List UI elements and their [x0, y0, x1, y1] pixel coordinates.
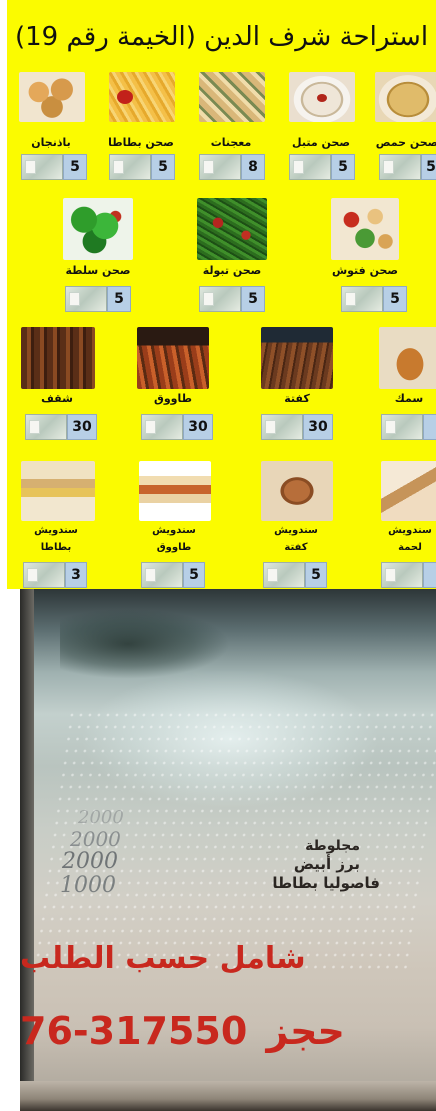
price-box: 3: [65, 562, 87, 588]
sign-price: 2000: [78, 807, 124, 828]
dish-label: سندويش: [152, 525, 196, 536]
dish-label: طاووق: [153, 392, 192, 405]
dish-label: سندويش: [388, 525, 432, 536]
qr-card: [261, 414, 303, 440]
price-box: [423, 562, 436, 588]
price-box: 5: [241, 286, 265, 312]
sign-price: 1000: [60, 873, 116, 898]
dish-label: باذنجان: [31, 136, 71, 149]
dish-label: صحن متبل: [292, 136, 350, 149]
price-box: 5: [383, 286, 407, 312]
dish-label: صحن حمص: [375, 136, 436, 149]
dish-label: صحن تبولة: [202, 264, 262, 277]
dish-label: طاووق: [156, 542, 192, 553]
kofta-photo: [261, 327, 333, 389]
price-box: 5: [63, 154, 87, 180]
price-box: [423, 414, 436, 440]
sign-price: 2000: [70, 827, 121, 851]
order-notice: شامل حسب الطلب: [20, 941, 306, 976]
braille-sign-photo: 2000 2000 2000 1000 مجلوطة برز أبيض فاصو…: [20, 589, 436, 1111]
dish-label: كفتة: [284, 542, 308, 553]
shuqaf-photo: [21, 327, 95, 389]
fries-photo: [109, 72, 175, 122]
price-box: 5: [331, 154, 355, 180]
dish-label: صحن بطاطا: [108, 136, 174, 149]
tabbouleh-photo: [197, 198, 267, 260]
meat-sandwich-photo: [381, 461, 436, 521]
qr-card: [289, 154, 331, 180]
mutabal-photo: [289, 72, 355, 122]
menu-board: استراحة شرف الدين (الخيمة رقم 19) صحن حم…: [7, 0, 436, 589]
qr-card: [21, 154, 63, 180]
price-box: 5: [183, 562, 205, 588]
dish-label: صحن فتوش: [331, 264, 399, 277]
fattoush-photo: [331, 198, 399, 260]
phone-row: 76-317550 حجز: [20, 1009, 436, 1053]
dish-label: سندويش: [274, 525, 318, 536]
sign-bottom-edge: [20, 1081, 436, 1111]
qr-card: [109, 154, 151, 180]
price-box: 30: [303, 414, 333, 440]
qr-card: [23, 562, 65, 588]
qr-card: [25, 414, 67, 440]
sign-item: مجلوطة: [305, 838, 360, 854]
qr-card: [199, 286, 241, 312]
fish-photo: [379, 327, 436, 389]
qr-card: [381, 562, 423, 588]
price-box: 5: [107, 286, 131, 312]
dish-label: لحمة: [398, 542, 422, 553]
dish-label: سندويش: [34, 525, 78, 536]
dish-label: معجنات: [210, 136, 252, 149]
phone-number: 76-317550: [20, 1009, 248, 1053]
dish-label: شقف: [41, 392, 73, 405]
qr-card: [141, 562, 183, 588]
dish-label: صحن سلطة: [65, 264, 131, 277]
dish-label: كفتة: [284, 392, 310, 405]
qr-card: [141, 414, 183, 440]
price-box: 8: [241, 154, 265, 180]
item-column: مجلوطة برز أبيض فاصوليا بطاطا: [220, 839, 390, 891]
price-box: 30: [67, 414, 97, 440]
qr-card: [263, 562, 305, 588]
salad-photo: [63, 198, 133, 260]
price-box: 30: [183, 414, 213, 440]
eggplant-photo: [19, 72, 85, 122]
taouk-photo: [137, 327, 209, 389]
sign-price: 2000: [62, 849, 118, 874]
sign-item: فاصوليا بطاطا: [272, 874, 380, 892]
menu-title: استراحة شرف الدين (الخيمة رقم 19): [14, 22, 429, 52]
dish-label: سمك: [394, 392, 424, 405]
price-box: 5: [151, 154, 175, 180]
qr-card: [199, 154, 241, 180]
taouk-sandwich-photo: [139, 461, 211, 521]
pastry-photo: [199, 72, 265, 122]
price-box: 5: [421, 154, 436, 180]
qr-card: [65, 286, 107, 312]
kofta-sandwich-photo: [261, 461, 333, 521]
sign-item: برز أبيض: [293, 855, 360, 873]
qr-card: [381, 414, 423, 440]
phone-label: حجز: [266, 1009, 345, 1053]
potato-sandwich-photo: [21, 461, 95, 521]
dish-label: بطاطا: [40, 542, 72, 553]
price-box: 5: [305, 562, 327, 588]
price-column: 2000 2000 2000 1000: [58, 809, 168, 897]
qr-card: [379, 154, 421, 180]
hummus-photo: [375, 72, 436, 122]
qr-card: [341, 286, 383, 312]
